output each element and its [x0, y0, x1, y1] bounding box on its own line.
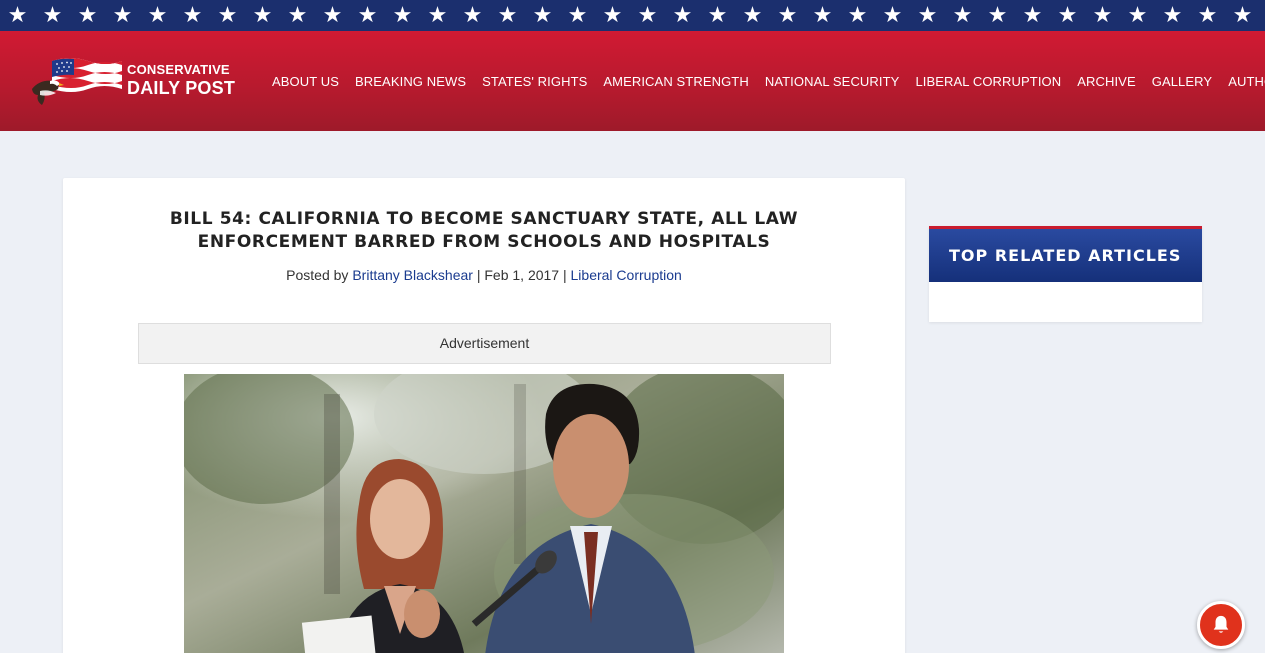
star-icon: ★ [952, 3, 973, 28]
nav-item-archive[interactable]: ARCHIVE [1069, 74, 1144, 89]
advertisement-box[interactable]: Advertisement [138, 323, 831, 364]
star-icon: ★ [532, 3, 553, 28]
star-icon: ★ [637, 3, 658, 28]
nav-item-liberal-corruption[interactable]: LIBERAL CORRUPTION [907, 74, 1069, 89]
star-icon: ★ [1022, 3, 1043, 28]
star-icon: ★ [882, 3, 903, 28]
nav-item-breaking-news[interactable]: BREAKING NEWS [347, 74, 474, 89]
star-icon: ★ [1127, 3, 1148, 28]
bell-icon [1213, 615, 1229, 633]
star-icon: ★ [357, 3, 378, 28]
star-icon: ★ [1232, 3, 1253, 28]
posted-by-label: Posted by [286, 267, 349, 283]
star-icon: ★ [7, 3, 28, 28]
nav-item-national-security[interactable]: NATIONAL SECURITY [757, 74, 908, 89]
related-articles-widget: TOP RELATED ARTICLES [929, 226, 1202, 322]
main-nav: ABOUT US BREAKING NEWS STATES' RIGHTS AM… [264, 31, 1265, 131]
notification-bell-button[interactable] [1197, 601, 1245, 649]
star-icon: ★ [742, 3, 763, 28]
star-icon: ★ [77, 3, 98, 28]
nav-item-states-rights[interactable]: STATES' RIGHTS [474, 74, 595, 89]
star-icon: ★ [147, 3, 168, 28]
star-icon: ★ [847, 3, 868, 28]
star-icon: ★ [322, 3, 343, 28]
post-meta: Posted by Brittany Blackshear | Feb 1, 2… [63, 267, 905, 283]
nav-item-gallery[interactable]: GALLERY [1144, 74, 1220, 89]
star-icon: ★ [497, 3, 518, 28]
star-icon: ★ [1162, 3, 1183, 28]
flag-eagle-logo-icon [32, 58, 122, 105]
star-icon: ★ [987, 3, 1008, 28]
widget-title: TOP RELATED ARTICLES [929, 226, 1202, 282]
star-icon: ★ [112, 3, 133, 28]
nav-item-about-us[interactable]: ABOUT US [264, 74, 347, 89]
star-icon: ★ [777, 3, 798, 28]
star-icon: ★ [182, 3, 203, 28]
star-icon: ★ [1197, 3, 1218, 28]
star-icon: ★ [462, 3, 483, 28]
article-card: BILL 54: CALIFORNIA TO BECOME SANCTUARY … [63, 178, 905, 653]
star-icon: ★ [1260, 0, 1265, 31]
star-icon: ★ [1057, 3, 1078, 28]
logo-text: CONSERVATIVE DAILY POST [127, 63, 235, 99]
star-icon: ★ [392, 3, 413, 28]
meta-separator: | [476, 267, 481, 283]
star-icon: ★ [287, 3, 308, 28]
star-icon: ★ [1092, 3, 1113, 28]
star-icon: ★ [917, 3, 938, 28]
nav-item-authors[interactable]: AUTHORS [1220, 74, 1265, 89]
star-icon: ★ [567, 3, 588, 28]
star-icon: ★ [42, 3, 63, 28]
star-band: ★ ★ ★ ★ ★ ★ ★ ★ ★ ★ ★ ★ ★ ★ ★ ★ ★ ★ ★ ★ ★ ★ ★ ★ ★ ★ ★ ★ ★ ★ ★ ★ ★ ★ ★ ★ ★ [0, 0, 1265, 31]
star-icon: ★ [812, 3, 833, 28]
star-icon: ★ [602, 3, 623, 28]
star-icon: ★ [672, 3, 693, 28]
star-icon: ★ [252, 3, 273, 28]
article-photo [184, 374, 784, 653]
advertisement-label: Advertisement [439, 335, 530, 351]
post-date: Feb 1, 2017 [484, 267, 560, 283]
star-icon: ★ [427, 3, 448, 28]
author-link[interactable]: Brittany Blackshear [352, 267, 473, 283]
meta-separator: | [562, 267, 567, 283]
nav-item-american-strength[interactable]: AMERICAN STRENGTH [595, 74, 756, 89]
logo-line-2: DAILY POST [127, 78, 236, 98]
site-header: CONSERVATIVE DAILY POST ABOUT US BREAKIN… [0, 31, 1265, 131]
logo-line-1: CONSERVATIVE [127, 62, 230, 77]
post-title: BILL 54: CALIFORNIA TO BECOME SANCTUARY … [169, 209, 799, 252]
site-logo[interactable]: CONSERVATIVE DAILY POST [30, 55, 240, 109]
star-icon: ★ [707, 3, 728, 28]
star-icon: ★ [217, 3, 238, 28]
category-link[interactable]: Liberal Corruption [571, 267, 682, 283]
